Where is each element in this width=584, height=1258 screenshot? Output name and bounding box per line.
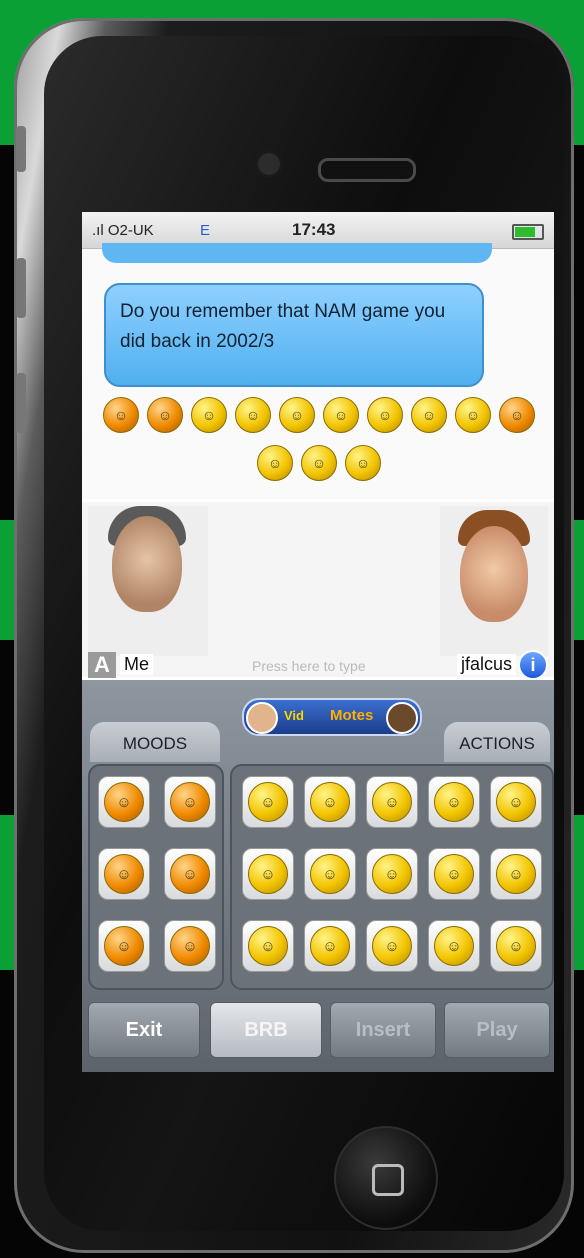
action-emoticon-button[interactable]: ☺ [428, 848, 480, 900]
mood-emoticon-button[interactable]: ☺ [164, 776, 216, 828]
action-emoticon-button[interactable]: ☺ [304, 848, 356, 900]
action-emoticon-button[interactable]: ☺ [242, 848, 294, 900]
mood-emoticon-icon: ☺ [104, 854, 144, 894]
action-emoticon-button[interactable]: ☺ [242, 920, 294, 972]
my-face [112, 516, 182, 612]
home-square-icon [372, 1164, 404, 1196]
action-emoticon-icon: ☺ [310, 926, 350, 966]
action-emoticon-icon: ☺ [434, 854, 474, 894]
video-area[interactable]: A Me Press here to type jfalcus i [82, 502, 554, 680]
info-button[interactable]: i [518, 650, 548, 680]
action-emoticon-icon: ☺ [310, 854, 350, 894]
action-emoticon-button[interactable]: ☺ [366, 920, 418, 972]
action-emoticon-icon: ☺ [310, 782, 350, 822]
action-emoticon-button[interactable]: ☺ [428, 920, 480, 972]
emoticon-icon: ☺ [301, 445, 337, 481]
home-button[interactable] [334, 1126, 438, 1230]
emoticon-icon: ☺ [323, 397, 359, 433]
logo-text-1: Vid [284, 708, 304, 723]
action-emoticon-icon: ☺ [372, 854, 412, 894]
emoticon-icon: ☺ [279, 397, 315, 433]
tab-actions[interactable]: ACTIONS [444, 722, 550, 762]
peer-face [460, 526, 528, 622]
action-emoticon-icon: ☺ [248, 926, 288, 966]
battery-icon [512, 224, 544, 240]
peer-name: jfalcus [456, 654, 516, 675]
logo-avatar-right [386, 702, 418, 734]
previous-message-bubble [102, 243, 492, 263]
play-button[interactable]: Play [444, 1002, 550, 1058]
mood-emoticon-icon: ☺ [104, 782, 144, 822]
emoticon-icon: ☺ [411, 397, 447, 433]
emoticon-icon: ☺ [455, 397, 491, 433]
volume-up-button[interactable] [16, 258, 26, 318]
mute-switch[interactable] [16, 126, 26, 172]
emoticon-icon: ☺ [147, 397, 183, 433]
action-emoticon-button[interactable]: ☺ [490, 848, 542, 900]
emote-panel: Vid Motes MOODS ACTIONS ☺ ☺ ☺ ☺ ☺ ☺ ☺ ☺ ☺ ☺ ☺ ☺ ☺ ☺ ☺… [82, 680, 554, 1072]
emoticon-row-1: ☺ ☺ ☺ ☺ ☺ ☺ ☺ ☺ ☺ ☺ [92, 397, 546, 433]
earpiece-speaker [318, 158, 416, 182]
emoticon-icon: ☺ [191, 397, 227, 433]
peer-video [440, 506, 548, 656]
emoticon-icon: ☺ [499, 397, 535, 433]
app-logo: Vid Motes [242, 698, 422, 736]
button-bar: Exit BRB Insert Play [88, 1002, 550, 1062]
logo-avatar-left [246, 702, 278, 734]
avatar-badge[interactable]: A [88, 652, 116, 678]
message-bubble: Do you remember that NAM game you did ba… [104, 283, 484, 387]
network-type: E [200, 222, 211, 239]
action-emoticon-icon: ☺ [248, 854, 288, 894]
action-emoticon-icon: ☺ [248, 782, 288, 822]
emoticon-row-2: ☺ ☺ ☺ [92, 445, 546, 481]
moods-grid: ☺ ☺ ☺ ☺ ☺ ☺ [88, 764, 224, 990]
action-emoticon-icon: ☺ [496, 926, 536, 966]
brb-button[interactable]: BRB [210, 1002, 322, 1058]
emoticon-icon: ☺ [103, 397, 139, 433]
actions-grid: ☺ ☺ ☺ ☺ ☺ ☺ ☺ ☺ ☺ ☺ ☺ ☺ ☺ ☺ ☺ [230, 764, 554, 990]
action-emoticon-button[interactable]: ☺ [428, 776, 480, 828]
front-camera [258, 153, 280, 175]
mood-emoticon-button[interactable]: ☺ [98, 776, 150, 828]
exit-button[interactable]: Exit [88, 1002, 200, 1058]
action-emoticon-icon: ☺ [496, 782, 536, 822]
mood-emoticon-button[interactable]: ☺ [98, 920, 150, 972]
action-emoticon-button[interactable]: ☺ [304, 920, 356, 972]
emoticon-icon: ☺ [257, 445, 293, 481]
action-emoticon-button[interactable]: ☺ [366, 776, 418, 828]
logo-text-2: Motes [330, 707, 374, 724]
action-emoticon-button[interactable]: ☺ [304, 776, 356, 828]
mood-emoticon-button[interactable]: ☺ [164, 920, 216, 972]
phone-screen: .ıl O2-UK E 17:43 Do you remember that N… [82, 212, 554, 1072]
volume-down-button[interactable] [16, 373, 26, 433]
action-emoticon-icon: ☺ [372, 926, 412, 966]
mood-emoticon-button[interactable]: ☺ [164, 848, 216, 900]
clock: 17:43 [292, 220, 336, 239]
my-name: Me [120, 654, 154, 675]
emoticon-icon: ☺ [235, 397, 271, 433]
action-emoticon-button[interactable]: ☺ [366, 848, 418, 900]
tab-moods[interactable]: MOODS [90, 722, 220, 762]
emoticon-icon: ☺ [345, 445, 381, 481]
action-emoticon-button[interactable]: ☺ [490, 920, 542, 972]
action-emoticon-button[interactable]: ☺ [242, 776, 294, 828]
mood-emoticon-icon: ☺ [170, 782, 210, 822]
mood-emoticon-icon: ☺ [170, 926, 210, 966]
type-hint[interactable]: Press here to type [252, 658, 366, 674]
action-emoticon-icon: ☺ [434, 782, 474, 822]
action-emoticon-icon: ☺ [434, 926, 474, 966]
action-emoticon-icon: ☺ [496, 854, 536, 894]
action-emoticon-button[interactable]: ☺ [490, 776, 542, 828]
insert-button[interactable]: Insert [330, 1002, 436, 1058]
mood-emoticon-button[interactable]: ☺ [98, 848, 150, 900]
carrier-label: .ıl O2-UK [92, 222, 154, 239]
action-emoticon-icon: ☺ [372, 782, 412, 822]
mood-emoticon-icon: ☺ [170, 854, 210, 894]
emoticon-icon: ☺ [367, 397, 403, 433]
mood-emoticon-icon: ☺ [104, 926, 144, 966]
my-video [88, 506, 208, 656]
chat-area[interactable]: Do you remember that NAM game you did ba… [82, 243, 554, 499]
